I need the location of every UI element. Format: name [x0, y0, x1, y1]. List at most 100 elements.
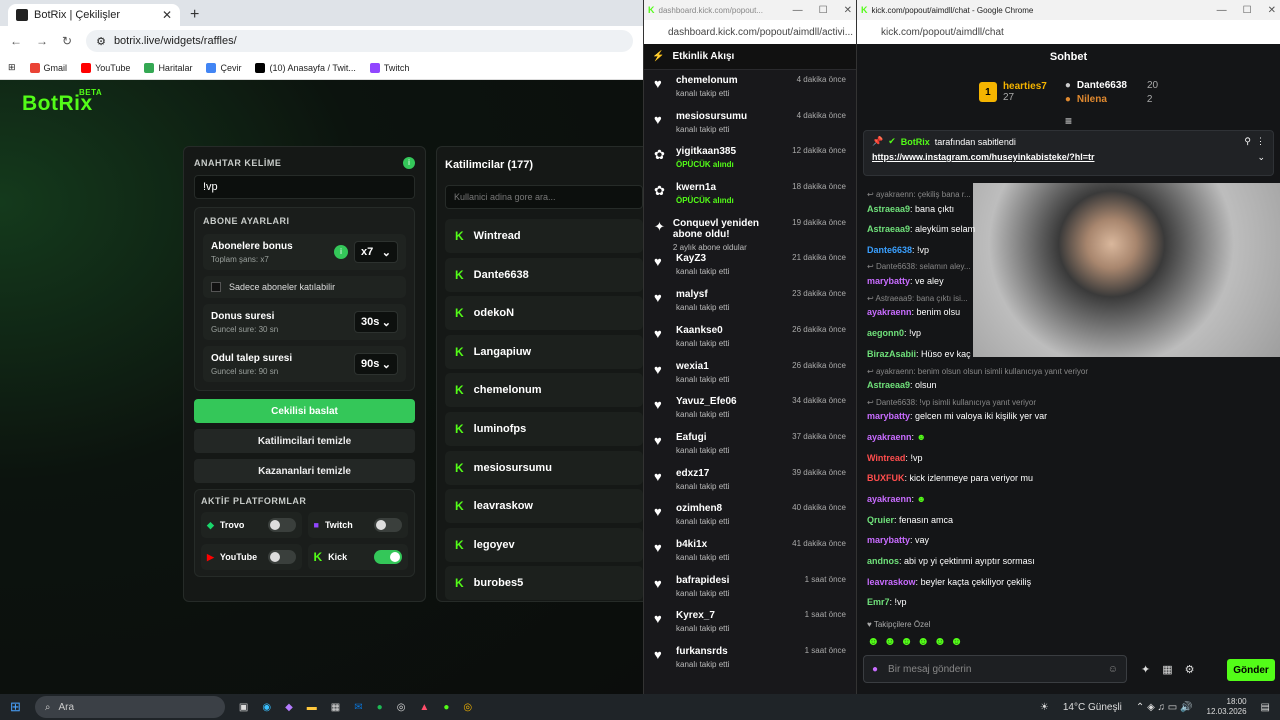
claim-select[interactable]: 90s ⌄ [354, 353, 398, 375]
bookmark-gmail[interactable]: Gmail [29, 62, 67, 73]
store-icon[interactable]: ▦ [1162, 663, 1172, 676]
notifications-icon[interactable]: ▤ [1261, 702, 1270, 713]
chat-message[interactable]: Dante6638: !vp [867, 245, 929, 255]
participant-row[interactable]: Klegoyev [445, 527, 643, 562]
chat-message[interactable]: Qruier: fenasın amca [867, 515, 953, 525]
duration-select[interactable]: 30s ⌄ [354, 311, 398, 333]
site-info-icon[interactable]: ⚙ [96, 35, 106, 48]
chat-username[interactable]: ayakraenn [867, 432, 912, 442]
botrix-logo[interactable]: BotRix BETA [22, 88, 102, 116]
bookmark-youtube[interactable]: YouTube [81, 62, 130, 73]
sub-bonus-select[interactable]: x7 ⌄ [354, 241, 398, 263]
activity-name[interactable]: edxz17 [676, 468, 729, 479]
gift-icon[interactable]: ✦ [1141, 663, 1150, 676]
tray-icons[interactable]: ⌃ ◈ ♫ ▭ 🔊 [1136, 702, 1193, 713]
participant-row[interactable]: K Langapiuw [445, 334, 643, 369]
chat-username[interactable]: Astraeaa9 [867, 204, 910, 214]
clear-participants-button[interactable]: Katilimcilari temizle [194, 429, 415, 453]
new-tab-icon[interactable]: + [190, 6, 199, 24]
chat-username[interactable]: marybatty [867, 276, 910, 286]
start-icon[interactable]: ⊞ [10, 699, 21, 715]
chat-message[interactable]: Astraeaa9: olsun [867, 380, 937, 390]
chat-username[interactable]: BirazAsabii [867, 349, 916, 359]
url-field[interactable]: ⚙ botrix.live/widgets/raffles/ [86, 30, 633, 52]
participant-row[interactable]: Kmesiosursumu [445, 450, 643, 485]
participant-row[interactable]: K Dante6638 [445, 257, 643, 292]
emote-icon[interactable]: ☻ [934, 634, 947, 648]
task-view-icon[interactable]: ▣ [239, 702, 248, 713]
emote-icon[interactable]: ☻ [867, 634, 880, 648]
keyword-input[interactable]: !vp [194, 175, 415, 199]
chat-username[interactable]: marybatty [867, 535, 910, 545]
unpin-icon[interactable]: ⚲ [1244, 136, 1251, 147]
bookmark-twitch[interactable]: Twitch [369, 62, 409, 73]
participant-row[interactable]: KodekoN [445, 296, 643, 331]
activity-name[interactable]: Kyrex_7 [676, 610, 729, 621]
activity-name[interactable]: Kaankse0 [676, 325, 729, 336]
chat-message[interactable]: Emr7: !vp [867, 597, 907, 607]
forward-icon[interactable]: → [36, 34, 48, 48]
clear-winners-button[interactable]: Kazananlari temizle [194, 459, 415, 483]
chat-input[interactable]: ● Bir mesaj gönderin ☺ [863, 655, 1127, 683]
chat-message[interactable]: Astraeaa9: bana çıktı [867, 204, 954, 214]
participant-row[interactable]: Kleavraskow [445, 489, 643, 524]
chat-username[interactable]: marybatty [867, 411, 910, 421]
obs-icon[interactable]: ◎ [397, 702, 406, 713]
taskbar-search[interactable]: ⌕ Ara [34, 696, 225, 718]
chat-message[interactable]: BirazAsabii: Hüso ev kaç [867, 349, 971, 359]
chat-message[interactable]: marybatty: gelcen mi valoya iki kişilik … [867, 411, 1047, 421]
participants-search-input[interactable]: Kullanici adina gore ara... [445, 185, 643, 209]
participant-row[interactable]: Kburobes5 [445, 566, 643, 601]
bookmark-translate[interactable]: Çevir [206, 62, 241, 73]
chrome-icon[interactable]: ◎ [463, 702, 472, 713]
emote-icon[interactable]: ☻ [950, 634, 963, 648]
activity-name[interactable]: kwern1a [676, 182, 734, 193]
close-tab-icon[interactable]: ✕ [162, 8, 172, 22]
chat-username[interactable]: andnos [867, 556, 899, 566]
chat-message[interactable]: marybatty: ve aley [867, 276, 944, 286]
twitch-toggle[interactable] [374, 518, 402, 532]
chat-message[interactable]: ayakraenn: ☻ [867, 494, 926, 504]
chat-username[interactable]: ayakraenn [867, 307, 912, 317]
collapse-icon[interactable]: ≡ [857, 114, 1280, 130]
chat-username[interactable]: Astraeaa9 [867, 224, 910, 234]
apps-icon[interactable]: ⊞ [8, 62, 16, 73]
chat-message[interactable]: andnos: abi vp yi çektinmi ayıptır sorma… [867, 556, 1035, 566]
info-icon[interactable]: i [334, 245, 348, 259]
chat-message[interactable]: ayakraenn: ☻ [867, 432, 926, 442]
tab-botrix[interactable]: BotRix | Çekilişler ✕ [8, 4, 180, 26]
close-icon[interactable]: ✕ [844, 5, 852, 16]
more-icon[interactable]: ⋮ [1256, 136, 1265, 147]
chat-username[interactable]: Qruier [867, 515, 894, 525]
close-icon[interactable]: ✕ [1268, 5, 1276, 16]
participant-row[interactable]: Kluminofps [445, 411, 643, 446]
youtube-toggle[interactable] [267, 550, 296, 564]
info-icon[interactable]: i [403, 157, 415, 169]
chat-username[interactable]: aegonn0 [867, 328, 904, 338]
spotify-icon[interactable]: ● [377, 702, 383, 713]
outlook-icon[interactable]: ✉ [354, 702, 362, 713]
participant-row[interactable]: K Wintread [445, 219, 643, 253]
activity-name[interactable]: chemelonum [676, 75, 738, 86]
copilot-icon[interactable]: ◆ [285, 702, 293, 713]
emoji-icon[interactable]: ☺ [1108, 664, 1118, 675]
edge-icon[interactable]: ◉ [262, 702, 271, 713]
chat-url[interactable]: kick.com/popout/aimdll/chat [857, 20, 1280, 44]
activity-name[interactable]: malysf [676, 289, 729, 300]
reload-icon[interactable]: ↻ [62, 34, 72, 48]
sub-only-checkbox[interactable] [211, 282, 221, 292]
chat-message[interactable]: Astraeaa9: aleyküm selam [867, 224, 975, 234]
activity-name[interactable]: b4ki1x [676, 539, 729, 550]
maximize-icon[interactable]: ☐ [1243, 5, 1252, 16]
emote-icon[interactable]: ☻ [884, 634, 897, 648]
bookmark-maps[interactable]: Haritalar [144, 62, 192, 73]
clock[interactable]: 18:00 12.03.2026 [1207, 697, 1247, 717]
chat-username[interactable]: ayakraenn [867, 494, 912, 504]
chat-message[interactable]: marybatty: vay [867, 535, 929, 545]
app-icon[interactable]: ▲ [419, 702, 429, 713]
activity-name[interactable]: wexia1 [676, 361, 729, 372]
chat-username[interactable]: Astraeaa9 [867, 380, 910, 390]
send-button[interactable]: Gönder [1227, 659, 1275, 681]
activity-name[interactable]: ozimhen8 [676, 503, 729, 514]
trovo-toggle[interactable] [267, 518, 296, 532]
